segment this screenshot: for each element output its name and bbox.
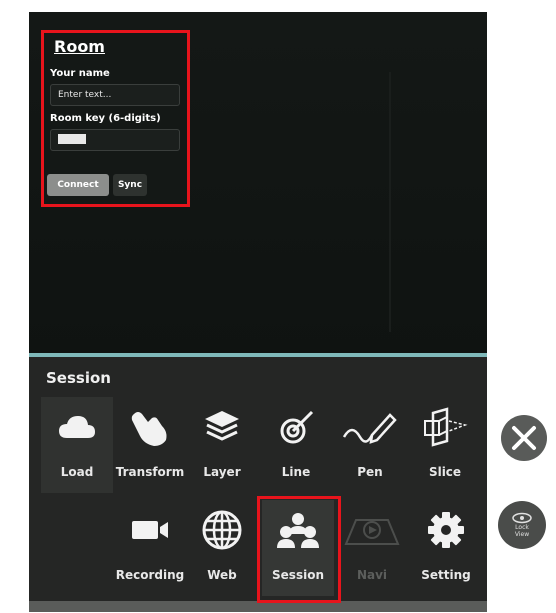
room-key-label: Room key (6-digits) <box>50 113 161 124</box>
your-name-label: Your name <box>50 68 110 79</box>
session-panel-title: Session <box>46 369 111 387</box>
layers-icon <box>202 397 242 457</box>
transform-label: Transform <box>115 465 185 479</box>
slice-icon <box>421 397 469 457</box>
line-tool-icon <box>276 397 316 457</box>
room-title: Room <box>54 37 105 56</box>
lock-view-label-1: Lock <box>515 524 529 531</box>
pen-button[interactable]: Pen <box>334 397 406 493</box>
line-label: Line <box>281 465 311 479</box>
close-icon <box>512 426 536 450</box>
name-input[interactable]: Enter text... <box>50 84 180 106</box>
session-highlight <box>257 496 341 603</box>
close-button[interactable] <box>501 415 547 461</box>
room-key-value <box>58 134 86 144</box>
lock-view-button[interactable]: Lock View <box>498 501 546 549</box>
load-label: Load <box>60 465 94 479</box>
cloud-icon <box>57 397 97 457</box>
web-button[interactable]: Web <box>186 500 258 596</box>
sync-button[interactable]: Sync <box>113 174 147 196</box>
recording-label: Recording <box>115 568 185 582</box>
eye-icon <box>512 512 532 524</box>
layer-button[interactable]: Layer <box>186 397 258 493</box>
slice-button[interactable]: Slice <box>409 397 481 493</box>
slice-label: Slice <box>428 465 462 479</box>
navi-label: Navi <box>356 568 388 582</box>
video-camera-icon <box>128 500 172 560</box>
gear-icon <box>426 500 466 560</box>
room-key-input[interactable] <box>50 129 180 151</box>
web-label: Web <box>207 568 237 582</box>
load-button[interactable]: Load <box>41 397 113 493</box>
hand-icon <box>128 397 172 457</box>
layer-label: Layer <box>203 465 241 479</box>
pen-label: Pen <box>357 465 383 479</box>
connect-button[interactable]: Connect <box>47 174 109 196</box>
recording-button[interactable]: Recording <box>114 500 186 596</box>
line-button[interactable]: Line <box>260 397 332 493</box>
pen-icon <box>342 397 398 457</box>
navi-button[interactable]: Navi <box>336 500 408 596</box>
transform-button[interactable]: Transform <box>114 397 186 493</box>
scene-line <box>389 72 391 332</box>
globe-icon <box>201 500 243 560</box>
lock-view-label-2: View <box>514 531 530 538</box>
navi-icon <box>344 500 400 560</box>
setting-button[interactable]: Setting <box>410 500 482 596</box>
setting-label: Setting <box>421 568 471 582</box>
room-panel: Room Your name Enter text... Room key (6… <box>41 30 190 207</box>
